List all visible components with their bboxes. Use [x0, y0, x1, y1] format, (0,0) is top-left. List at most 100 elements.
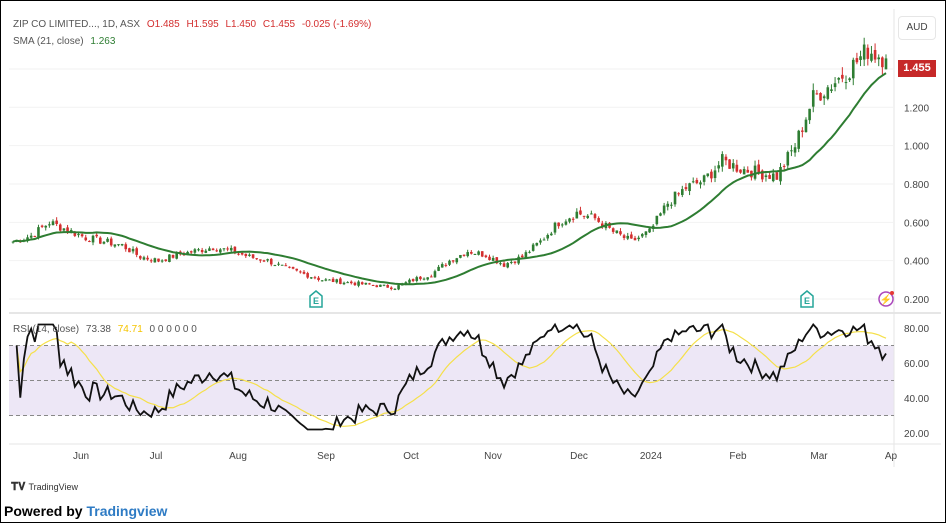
- candle-body: [753, 165, 757, 179]
- candle-body: [193, 249, 197, 253]
- price-tick-label: 0.800: [904, 180, 929, 191]
- candle-body: [459, 254, 462, 258]
- candle-body: [306, 273, 309, 278]
- candle-body: [884, 58, 888, 70]
- candle-body: [640, 234, 644, 237]
- candle-body: [837, 77, 841, 80]
- rsi-tick-label: 80.00: [904, 324, 929, 335]
- candle-body: [502, 263, 506, 267]
- candle-body: [611, 228, 615, 232]
- candle-body: [142, 257, 146, 260]
- candle-body: [702, 175, 706, 182]
- candle-body: [615, 230, 619, 234]
- candle-body: [29, 235, 33, 238]
- candle-body: [222, 248, 226, 250]
- candle-body: [644, 231, 648, 235]
- candle-body: [841, 74, 844, 79]
- candle-body: [619, 231, 622, 235]
- rsi-extra-values: 0 0 0 0 0 0: [149, 324, 197, 335]
- candle-body: [139, 256, 142, 259]
- candle-body: [433, 271, 437, 278]
- candle-body: [349, 281, 353, 284]
- candle-body: [368, 283, 371, 285]
- candle-body: [491, 257, 495, 261]
- rsi-label: RSI (14, close): [13, 324, 80, 335]
- candle-body: [484, 255, 488, 258]
- tradingview-logo[interactable]: 𝐓𝐕 TradingView: [11, 481, 78, 494]
- tradingview-link[interactable]: Tradingview: [86, 503, 167, 519]
- candle-body: [357, 281, 360, 286]
- candle-body: [691, 181, 695, 183]
- candle-body: [746, 169, 750, 173]
- candle-body: [346, 282, 349, 284]
- candle-body: [717, 165, 720, 169]
- close-value: C1.455: [262, 19, 296, 30]
- candle-body: [109, 238, 113, 246]
- currency-button[interactable]: AUD: [898, 16, 936, 40]
- candle-body: [855, 58, 859, 63]
- candle-body: [375, 285, 379, 288]
- candle-body: [633, 237, 637, 241]
- candle-body: [244, 253, 248, 257]
- candle-body: [164, 259, 168, 262]
- candle-body: [273, 265, 277, 267]
- candle-body: [710, 171, 713, 179]
- rsi-legend[interactable]: RSI (14, close) 73.38 74.71 0 0 0 0 0 0: [13, 324, 201, 335]
- candle-body: [291, 266, 295, 269]
- candle-body: [771, 173, 775, 182]
- candle-body: [822, 96, 826, 99]
- candle-body: [40, 225, 44, 227]
- candle-body: [51, 221, 55, 226]
- candle-body: [149, 260, 153, 262]
- candle-body: [844, 82, 848, 84]
- price-tick-label: 1.200: [904, 103, 929, 114]
- candle-body: [328, 279, 331, 281]
- sma-legend[interactable]: SMA (21, close) 1.263: [13, 36, 119, 47]
- candle-body: [535, 242, 539, 246]
- candle-body: [153, 258, 157, 263]
- candle-body: [237, 253, 240, 255]
- candle-body: [259, 259, 262, 261]
- candle-body: [593, 214, 597, 219]
- candle-body: [353, 282, 357, 286]
- candle-body: [684, 187, 688, 190]
- candle-body: [419, 276, 422, 280]
- rsi-value: 73.38: [85, 324, 111, 335]
- candle-body: [288, 266, 291, 268]
- symbol-label[interactable]: ZIP CO LIMITED..., 1D, ASX: [13, 19, 140, 30]
- candle-body: [677, 193, 680, 195]
- candle-body: [790, 150, 793, 152]
- candle-body: [215, 250, 218, 252]
- candle-body: [804, 119, 808, 133]
- change-value: -0.025 (-1.69%): [301, 19, 372, 30]
- lightning-icon: ⚡: [880, 293, 892, 306]
- candle-body: [339, 278, 342, 284]
- candle-body: [473, 253, 477, 255]
- time-tick-label: Ap: [885, 451, 898, 462]
- candle-body: [731, 163, 735, 169]
- candle-body: [208, 248, 211, 251]
- candle-body: [200, 249, 204, 253]
- candle-body: [557, 222, 560, 227]
- candle-body: [488, 256, 491, 261]
- candle-body: [582, 215, 586, 217]
- candle-body: [637, 237, 640, 240]
- price-tick-label: 1.000: [904, 142, 929, 153]
- last-price-label: 1.455: [898, 60, 936, 77]
- candle-body: [335, 279, 339, 283]
- candle-body: [317, 277, 320, 281]
- chart-svg[interactable]: 0.2000.4000.6000.8001.0001.2001.40080.00…: [1, 1, 945, 522]
- candle-body: [480, 251, 484, 257]
- candle-body: [848, 78, 851, 81]
- candle-body: [764, 175, 768, 178]
- candle-body: [262, 260, 266, 262]
- candle-body: [135, 248, 138, 255]
- candle-body: [706, 173, 710, 177]
- candle-body: [331, 278, 335, 283]
- candle-body: [499, 263, 502, 265]
- candle-body: [204, 250, 208, 253]
- candle-body: [673, 191, 677, 205]
- candle-body: [662, 205, 666, 214]
- candle-body: [390, 287, 393, 290]
- time-tick-label: Jun: [73, 451, 89, 462]
